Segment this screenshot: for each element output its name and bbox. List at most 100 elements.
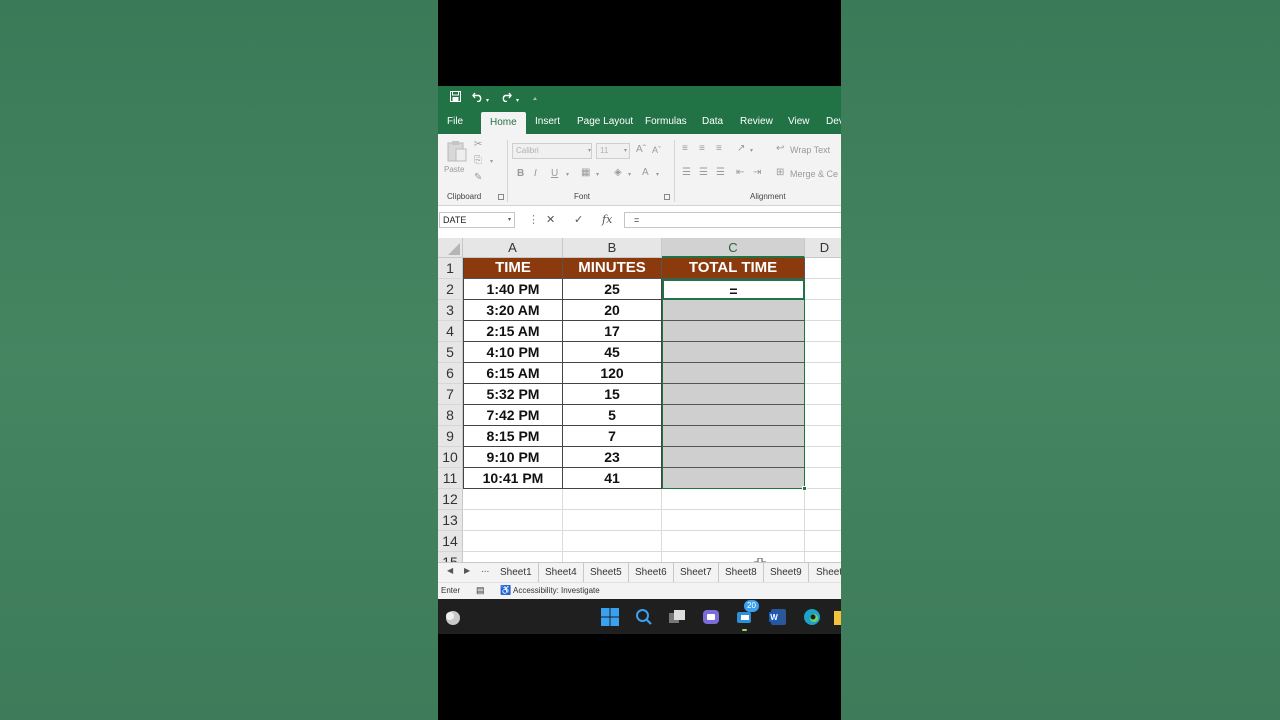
active-cell[interactable]: = [662, 279, 805, 300]
increase-font-icon[interactable]: Aˆ [636, 144, 646, 156]
cut-icon[interactable]: ✂ [474, 139, 482, 151]
row-header-2[interactable]: 2 [438, 279, 463, 300]
wrap-text-icon[interactable]: ↩ [776, 143, 784, 155]
worksheet-grid[interactable]: A B C D 1 2 3 4 5 6 7 8 9 10 11 12 13 14 15 TIME MINUTES TOTA… [438, 238, 841, 562]
row-header-11[interactable]: 11 [438, 468, 463, 489]
empty-cell[interactable] [662, 510, 805, 531]
empty-cell[interactable] [805, 300, 841, 321]
table-cell[interactable]: 4:10 PM [463, 342, 563, 363]
empty-cell[interactable] [463, 531, 563, 552]
table-cell[interactable]: 120 [563, 363, 662, 384]
sheet-tab-3[interactable]: Sheet5 [584, 563, 629, 583]
undo-dropdown-icon[interactable]: ▾ [486, 93, 489, 109]
sheet-prev-icon[interactable]: ◀ [447, 566, 453, 575]
empty-cell[interactable] [805, 531, 841, 552]
decrease-indent-icon[interactable]: ⇤ [736, 167, 744, 179]
empty-cell[interactable] [563, 510, 662, 531]
selected-cell[interactable] [662, 342, 805, 363]
row-header-14[interactable]: 14 [438, 531, 463, 552]
table-header-cell[interactable]: TIME [463, 258, 563, 279]
table-cell[interactable]: 1:40 PM [463, 279, 563, 300]
selected-cell[interactable] [662, 384, 805, 405]
redo-icon[interactable] [500, 90, 512, 106]
row-header-1[interactable]: 1 [438, 258, 463, 279]
accessibility-icon[interactable]: ♿ [500, 585, 511, 596]
paste-icon[interactable] [446, 140, 468, 166]
selected-cell[interactable] [662, 321, 805, 342]
empty-cell[interactable] [805, 552, 841, 562]
tab-home[interactable]: Home [481, 112, 526, 134]
task-view-icon[interactable] [667, 607, 687, 627]
table-cell[interactable]: 7:42 PM [463, 405, 563, 426]
selected-cell[interactable] [662, 426, 805, 447]
row-header-12[interactable]: 12 [438, 489, 463, 510]
selected-cell[interactable] [662, 447, 805, 468]
selected-cell[interactable] [662, 405, 805, 426]
font-launcher-icon[interactable] [664, 194, 670, 200]
empty-cell[interactable] [662, 531, 805, 552]
selected-cell[interactable] [662, 300, 805, 321]
table-cell[interactable]: 10:41 PM [463, 468, 563, 489]
empty-cell[interactable] [463, 510, 563, 531]
table-cell[interactable]: 17 [563, 321, 662, 342]
copy-dropdown-icon[interactable]: ▾ [490, 156, 493, 168]
sheet-tab-5[interactable]: Sheet7 [674, 563, 719, 583]
selected-cell[interactable] [662, 468, 805, 489]
row-header-5[interactable]: 5 [438, 342, 463, 363]
increase-indent-icon[interactable]: ⇥ [753, 167, 761, 179]
row-header-6[interactable]: 6 [438, 363, 463, 384]
tab-file[interactable]: File [438, 110, 472, 134]
select-all-corner[interactable] [438, 238, 463, 258]
tab-view[interactable]: View [779, 110, 819, 134]
row-header-3[interactable]: 3 [438, 300, 463, 321]
table-cell[interactable]: 5:32 PM [463, 384, 563, 405]
empty-cell[interactable] [662, 552, 805, 562]
row-header-9[interactable]: 9 [438, 426, 463, 447]
merge-center-label[interactable]: Merge & Ce [790, 168, 838, 180]
sheet-tab-6[interactable]: Sheet8 [719, 563, 764, 583]
font-name-box[interactable]: Calibri [512, 143, 592, 159]
empty-cell[interactable] [463, 552, 563, 562]
sheet-tab-4[interactable]: Sheet6 [629, 563, 674, 583]
macro-recording-icon[interactable]: ▤ [476, 585, 485, 596]
underline-icon[interactable]: U [551, 168, 558, 180]
font-size-dropdown-icon[interactable]: ▾ [624, 145, 627, 157]
column-header-d[interactable]: D [805, 238, 841, 258]
column-header-c[interactable]: C [662, 238, 805, 258]
fill-color-icon[interactable]: ◈ [614, 167, 622, 179]
align-center-icon[interactable]: ☰ [699, 167, 708, 179]
table-header-cell[interactable]: TOTAL TIME [662, 258, 805, 279]
empty-cell[interactable] [805, 321, 841, 342]
word-icon[interactable]: W [768, 607, 788, 627]
empty-cell[interactable] [805, 342, 841, 363]
borders-icon[interactable]: ▦ [581, 167, 590, 179]
table-cell[interactable]: 41 [563, 468, 662, 489]
teams-icon[interactable]: 20 [735, 600, 759, 631]
empty-cell[interactable] [563, 552, 662, 562]
copy-icon[interactable]: ⎘ [474, 155, 482, 167]
tab-developer[interactable]: Dev [817, 110, 841, 134]
row-header-7[interactable]: 7 [438, 384, 463, 405]
empty-cell[interactable] [805, 258, 841, 279]
table-header-cell[interactable]: MINUTES [563, 258, 662, 279]
search-icon[interactable] [634, 607, 654, 627]
empty-cell[interactable] [805, 447, 841, 468]
undo-icon[interactable] [472, 90, 484, 106]
empty-cell[interactable] [463, 489, 563, 510]
sheet-tab-8[interactable]: Sheet [810, 563, 841, 583]
file-explorer-icon[interactable] [833, 607, 841, 627]
top-align-icon[interactable]: ≡ [682, 143, 688, 155]
customize-qat-icon[interactable]: ⩡ [533, 92, 537, 108]
table-cell[interactable]: 5 [563, 405, 662, 426]
column-header-b[interactable]: B [563, 238, 662, 258]
sheet-tab-7[interactable]: Sheet9 [764, 563, 809, 583]
empty-cell[interactable] [805, 426, 841, 447]
formula-input[interactable]: = [624, 212, 841, 228]
wrap-text-label[interactable]: Wrap Text [790, 144, 830, 156]
bold-icon[interactable]: B [517, 168, 524, 180]
table-cell[interactable]: 2:15 AM [463, 321, 563, 342]
align-right-icon[interactable]: ☰ [716, 167, 725, 179]
name-box-dropdown-icon[interactable]: ▾ [508, 213, 511, 227]
cancel-formula-icon[interactable]: ✕ [546, 213, 555, 227]
orientation-icon[interactable]: ↗ [737, 143, 745, 155]
